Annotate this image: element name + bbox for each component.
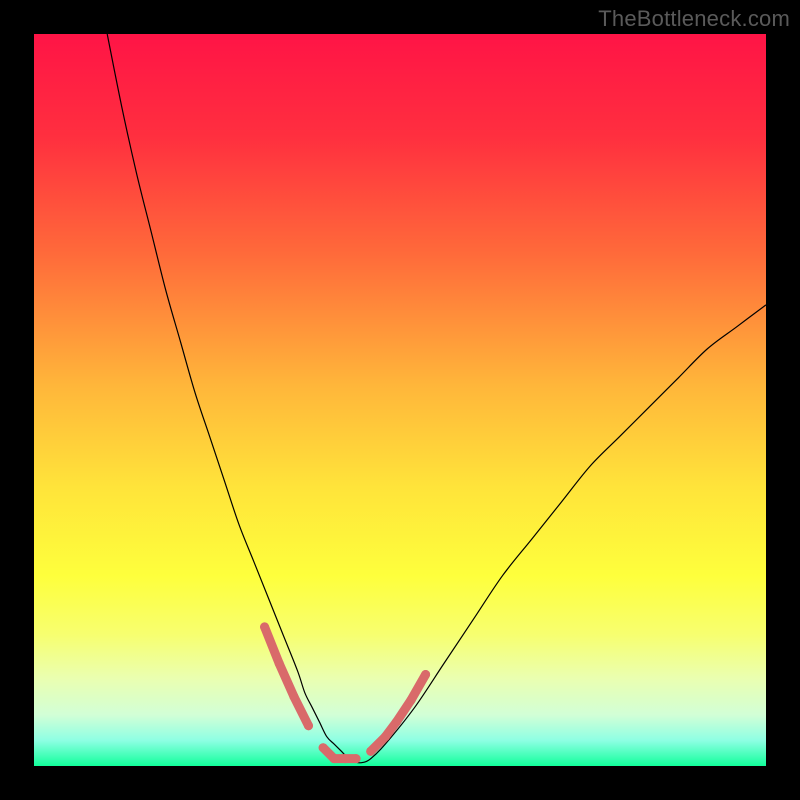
chart-container: TheBottleneck.com <box>0 0 800 800</box>
corridor-markers <box>260 622 430 763</box>
watermark-text: TheBottleneck.com <box>598 6 790 32</box>
plot-area <box>34 34 766 766</box>
bottleneck-curve <box>107 34 766 763</box>
chart-curves <box>34 34 766 766</box>
